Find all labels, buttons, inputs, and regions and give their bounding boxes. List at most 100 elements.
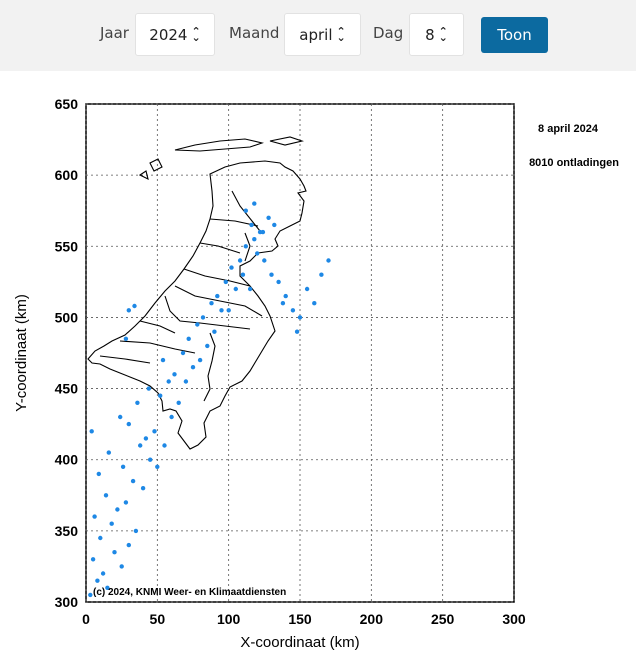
discharge-point — [252, 237, 257, 242]
day-select[interactable]: 8 ⌃ ⌄ — [409, 13, 464, 56]
discharge-point — [219, 308, 224, 313]
y-axis-title: Y-coordinaat (km) — [13, 294, 30, 412]
discharge-point — [205, 343, 210, 349]
discharge-point — [262, 258, 267, 263]
discharge-point — [276, 279, 281, 285]
discharge-point — [120, 464, 126, 469]
discharge-point — [162, 443, 167, 448]
updown-chevron-icon: ⌃ ⌄ — [336, 24, 346, 44]
discharge-point — [190, 365, 196, 370]
discharge-point — [197, 357, 203, 363]
discharge-point — [172, 372, 177, 377]
discharge-point — [138, 443, 143, 448]
discharge-point — [237, 258, 243, 263]
year-value: 2024 — [149, 25, 188, 44]
discharge-point — [98, 535, 103, 541]
discharge-point — [88, 592, 93, 598]
y-tick-label: 650 — [55, 96, 79, 112]
discharge-point — [89, 429, 94, 434]
discharge-point — [180, 350, 186, 356]
discharge-point — [319, 272, 324, 277]
updown-chevron-icon: ⌃ ⌄ — [438, 24, 448, 44]
discharge-point — [148, 457, 153, 462]
discharge-point — [294, 329, 300, 334]
y-tick-label: 350 — [55, 523, 79, 539]
y-tick-label: 550 — [55, 238, 79, 254]
discharge-point — [283, 293, 288, 299]
discharge-point — [146, 386, 151, 391]
x-axis-title: X-coordinaat (km) — [240, 634, 359, 651]
month-select[interactable]: april ⌃ ⌄ — [284, 13, 361, 56]
discharge-point — [243, 208, 248, 213]
lightning-chart: 0 50 100 150 200 250 300 300 350 400 450 500 550 600… — [13, 96, 619, 651]
discharge-point — [126, 308, 131, 313]
month-label: Maand — [229, 24, 280, 42]
y-tick-label: 400 — [55, 452, 79, 468]
toon-button[interactable]: Toon — [481, 17, 548, 53]
discharge-point — [109, 521, 114, 526]
discharge-point — [103, 493, 109, 498]
discharge-point — [133, 528, 139, 534]
discharge-point — [126, 421, 131, 427]
discharge-point — [169, 414, 174, 420]
x-tick-label: 300 — [502, 611, 526, 627]
x-tick-label: 250 — [431, 611, 455, 627]
discharge-point — [272, 222, 277, 228]
discharge-point — [209, 301, 214, 306]
discharge-point — [96, 471, 102, 477]
x-tick-label: 0 — [82, 611, 90, 627]
x-tick-label: 200 — [360, 611, 384, 627]
x-tick-label: 100 — [217, 611, 241, 627]
discharge-point — [130, 478, 136, 484]
x-tick-label: 150 — [288, 611, 312, 627]
date-selector-bar: Jaar 2024 ⌃ ⌄ Maand april ⌃ ⌄ Dag 8 ⌃ ⌄ Too… — [0, 0, 636, 71]
discharge-point — [243, 244, 248, 249]
discharge-point — [176, 400, 181, 405]
discharge-point — [252, 201, 257, 206]
discharge-point — [155, 464, 160, 469]
discharge-point — [280, 301, 286, 306]
discharge-point — [143, 436, 149, 441]
discharge-point — [326, 258, 331, 263]
year-select[interactable]: 2024 ⌃ ⌄ — [135, 13, 215, 56]
discharge-point — [290, 308, 296, 313]
discharge-point — [135, 400, 140, 405]
y-tick-labels: 300 350 400 450 500 550 600 650 — [55, 96, 79, 610]
discharge-point — [166, 379, 171, 384]
discharge-point — [152, 429, 157, 434]
discharge-point — [92, 514, 97, 519]
x-tick-label: 50 — [150, 611, 166, 627]
discharge-point — [126, 542, 131, 548]
discharge-point — [123, 336, 129, 341]
discharge-point — [223, 279, 228, 285]
year-label: Jaar — [100, 24, 129, 42]
discharge-point — [183, 379, 189, 384]
discharge-point — [140, 486, 146, 491]
discharge-count: 8010 ontladingen — [529, 157, 619, 169]
discharge-point — [118, 414, 123, 420]
discharge-point — [158, 393, 163, 398]
discharge-point — [195, 322, 200, 327]
discharge-point — [212, 329, 217, 334]
discharge-point — [90, 557, 96, 562]
discharge-point — [240, 272, 246, 277]
discharge-point — [229, 265, 234, 270]
credit-text: (c) 2024, KNMI Weer- en Klimaatdiensten — [93, 587, 286, 598]
discharge-point — [247, 286, 253, 292]
discharge-point — [119, 564, 124, 569]
y-tick-label: 600 — [55, 167, 79, 183]
discharge-point — [249, 222, 254, 228]
discharge-point — [115, 507, 120, 512]
discharge-point — [233, 286, 238, 292]
y-tick-label: 450 — [55, 381, 79, 397]
day-value: 8 — [425, 25, 435, 44]
discharge-point — [100, 571, 106, 576]
month-value: april — [299, 25, 333, 44]
discharge-point — [266, 215, 271, 220]
discharge-point — [200, 315, 206, 320]
discharge-point — [160, 357, 166, 363]
discharge-point — [123, 500, 129, 505]
discharge-point — [260, 229, 266, 235]
updown-chevron-icon: ⌃ ⌄ — [191, 24, 201, 44]
discharge-point — [215, 293, 220, 299]
